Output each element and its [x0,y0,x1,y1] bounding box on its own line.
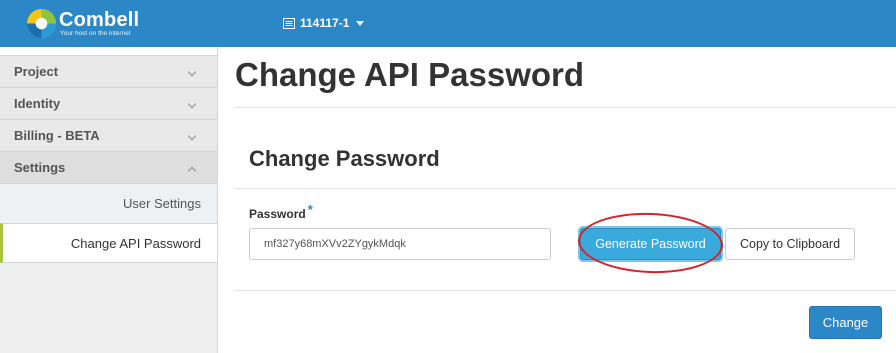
sidebar-item-settings[interactable]: Settings [0,151,217,183]
sidebar-subitem-change-api-password[interactable]: Change API Password [0,223,217,263]
chevron-up-icon [187,166,197,176]
divider [234,107,896,108]
chevron-down-icon [187,131,197,141]
password-input[interactable] [249,228,551,260]
sidebar-item-billing[interactable]: Billing - BETA [0,119,217,151]
required-marker: * [307,202,313,217]
divider [234,290,896,291]
server-list-icon [283,17,295,29]
logo-tagline: Your host on the internet [60,30,131,37]
sidebar-subitem-user-settings[interactable]: User Settings [0,183,217,223]
generate-password-button[interactable]: Generate Password [580,228,721,260]
section-title: Change Password [249,146,440,171]
account-selector[interactable]: 114117-1 [283,14,365,32]
globe-logo-icon [26,8,57,39]
sidebar-item-label: Identity [14,96,61,111]
password-label: Password * [249,202,313,221]
sidebar-item-identity[interactable]: Identity [0,87,217,119]
password-label-text: Password [249,207,306,221]
logo-name: Combell [59,9,140,31]
caret-down-icon [356,20,365,26]
sidebar: Project Identity Billing - BETA Settings… [0,47,218,353]
chevron-down-icon [187,99,197,109]
divider [234,188,896,189]
copy-to-clipboard-button[interactable]: Copy to Clipboard [725,228,855,260]
chevron-down-icon [187,67,197,77]
top-navbar: Combell Your host on the internet 114117… [0,0,896,47]
sidebar-item-label: Settings [14,160,66,175]
sidebar-subitem-label: User Settings [122,196,201,211]
brand-logo[interactable]: Combell Your host on the internet [26,8,146,40]
page-title: Change API Password [235,56,585,93]
sidebar-item-project[interactable]: Project [0,55,217,87]
change-button[interactable]: Change [809,306,882,339]
sidebar-item-label: Billing - BETA [14,128,100,143]
sidebar-subitem-label: Change API Password [70,235,201,251]
account-label: 114117-1 [300,16,350,30]
sidebar-item-label: Project [14,64,59,79]
